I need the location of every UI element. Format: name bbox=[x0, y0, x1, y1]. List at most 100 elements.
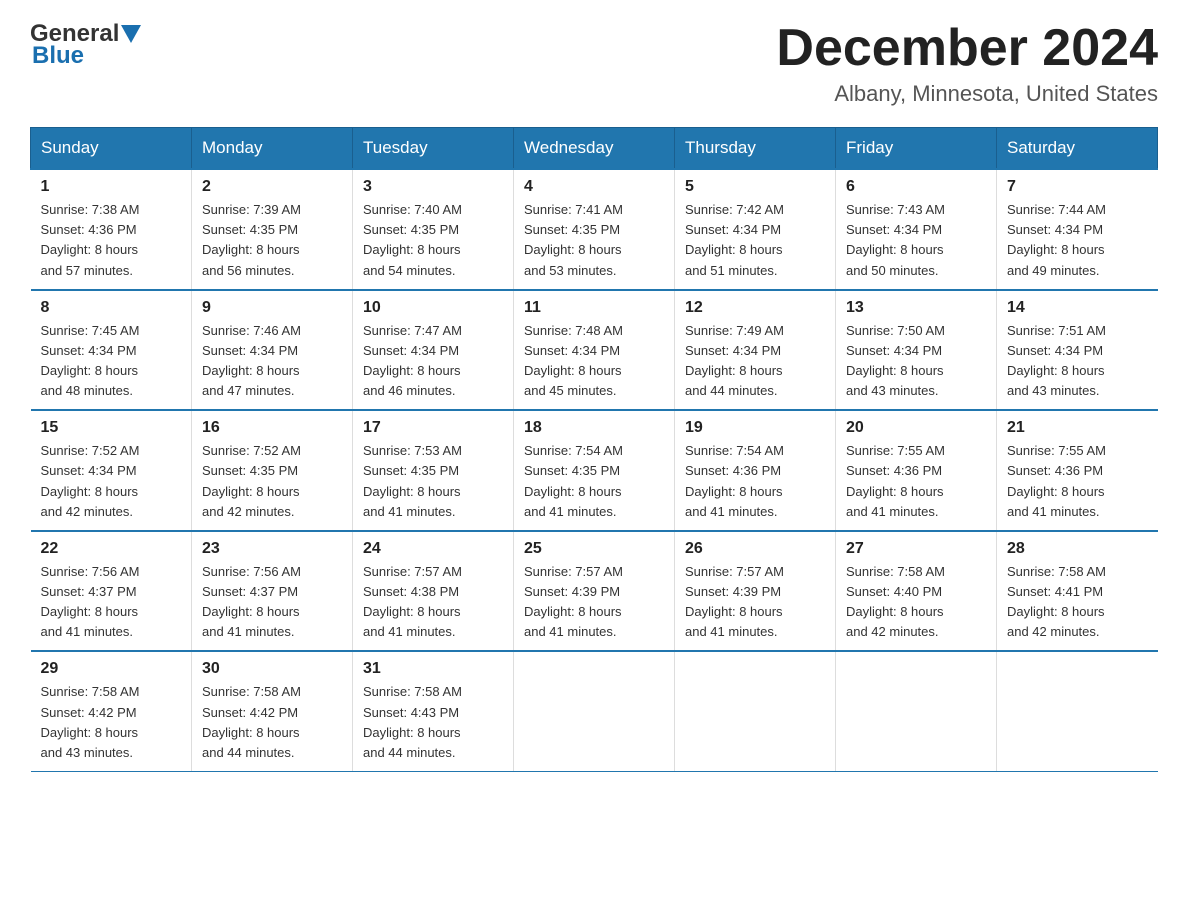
title-section: December 2024 Albany, Minnesota, United … bbox=[776, 20, 1158, 107]
calendar-day-cell: 30Sunrise: 7:58 AMSunset: 4:42 PMDayligh… bbox=[192, 651, 353, 771]
day-info: Sunrise: 7:52 AMSunset: 4:35 PMDaylight:… bbox=[202, 441, 342, 522]
calendar-day-cell: 15Sunrise: 7:52 AMSunset: 4:34 PMDayligh… bbox=[31, 410, 192, 531]
day-info: Sunrise: 7:58 AMSunset: 4:40 PMDaylight:… bbox=[846, 562, 986, 643]
calendar-day-cell: 17 Sunrise: 7:53 AMSunset: 4:35 PMDayligh… bbox=[353, 410, 514, 531]
day-info: Sunrise: 7:41 AMSunset: 4:35 PMDaylight:… bbox=[524, 200, 664, 281]
day-number: 13 bbox=[846, 299, 986, 317]
calendar-day-cell bbox=[675, 651, 836, 771]
day-number: 10 bbox=[363, 299, 503, 317]
calendar-day-cell: 29Sunrise: 7:58 AMSunset: 4:42 PMDayligh… bbox=[31, 651, 192, 771]
day-number: 16 bbox=[202, 419, 342, 437]
day-number: 20 bbox=[846, 419, 986, 437]
calendar-day-cell: 3 Sunrise: 7:40 AMSunset: 4:35 PMDaylight… bbox=[353, 169, 514, 290]
col-thursday: Thursday bbox=[675, 128, 836, 170]
day-number: 26 bbox=[685, 540, 825, 558]
day-info: Sunrise: 7:51 AMSunset: 4:34 PMDaylight:… bbox=[1007, 321, 1148, 402]
day-number: 21 bbox=[1007, 419, 1148, 437]
day-number: 24 bbox=[363, 540, 503, 558]
day-number: 8 bbox=[41, 299, 182, 317]
day-info: Sunrise: 7:40 AMSunset: 4:35 PMDaylight:… bbox=[363, 200, 503, 281]
page-header: General Blue December 2024 Albany, Minne… bbox=[30, 20, 1158, 107]
day-number: 14 bbox=[1007, 299, 1148, 317]
day-number: 7 bbox=[1007, 178, 1148, 196]
day-info: Sunrise: 7:58 AMSunset: 4:42 PMDaylight:… bbox=[202, 682, 342, 763]
calendar-day-cell: 24 Sunrise: 7:57 AMSunset: 4:38 PMDayligh… bbox=[353, 531, 514, 652]
calendar-day-cell: 22 Sunrise: 7:56 AMSunset: 4:37 PMDayligh… bbox=[31, 531, 192, 652]
day-info: Sunrise: 7:45 AMSunset: 4:34 PMDaylight:… bbox=[41, 321, 182, 402]
calendar-day-cell: 16 Sunrise: 7:52 AMSunset: 4:35 PMDayligh… bbox=[192, 410, 353, 531]
calendar-week-row: 29Sunrise: 7:58 AMSunset: 4:42 PMDayligh… bbox=[31, 651, 1158, 771]
day-info: Sunrise: 7:58 AMSunset: 4:41 PMDaylight:… bbox=[1007, 562, 1148, 643]
day-info: Sunrise: 7:57 AMSunset: 4:38 PMDaylight:… bbox=[363, 562, 503, 643]
day-info: Sunrise: 7:52 AMSunset: 4:34 PMDaylight:… bbox=[41, 441, 182, 522]
calendar-day-cell: 14 Sunrise: 7:51 AMSunset: 4:34 PMDayligh… bbox=[997, 290, 1158, 411]
day-info: Sunrise: 7:54 AMSunset: 4:36 PMDaylight:… bbox=[685, 441, 825, 522]
day-info: Sunrise: 7:57 AMSunset: 4:39 PMDaylight:… bbox=[685, 562, 825, 643]
location-subtitle: Albany, Minnesota, United States bbox=[776, 81, 1158, 107]
day-number: 4 bbox=[524, 178, 664, 196]
calendar-day-cell: 19Sunrise: 7:54 AMSunset: 4:36 PMDayligh… bbox=[675, 410, 836, 531]
day-number: 23 bbox=[202, 540, 342, 558]
calendar-day-cell: 2 Sunrise: 7:39 AMSunset: 4:35 PMDaylight… bbox=[192, 169, 353, 290]
day-info: Sunrise: 7:42 AMSunset: 4:34 PMDaylight:… bbox=[685, 200, 825, 281]
calendar-day-cell: 1 Sunrise: 7:38 AMSunset: 4:36 PMDaylight… bbox=[31, 169, 192, 290]
day-info: Sunrise: 7:50 AMSunset: 4:34 PMDaylight:… bbox=[846, 321, 986, 402]
calendar-day-cell bbox=[997, 651, 1158, 771]
day-info: Sunrise: 7:53 AMSunset: 4:35 PMDaylight:… bbox=[363, 441, 503, 522]
day-number: 9 bbox=[202, 299, 342, 317]
day-number: 5 bbox=[685, 178, 825, 196]
day-number: 31 bbox=[363, 660, 503, 678]
day-info: Sunrise: 7:39 AMSunset: 4:35 PMDaylight:… bbox=[202, 200, 342, 281]
calendar-day-cell bbox=[514, 651, 675, 771]
calendar-day-cell: 27 Sunrise: 7:58 AMSunset: 4:40 PMDayligh… bbox=[836, 531, 997, 652]
day-info: Sunrise: 7:43 AMSunset: 4:34 PMDaylight:… bbox=[846, 200, 986, 281]
calendar-day-cell: 25Sunrise: 7:57 AMSunset: 4:39 PMDayligh… bbox=[514, 531, 675, 652]
calendar-day-cell: 31 Sunrise: 7:58 AMSunset: 4:43 PMDayligh… bbox=[353, 651, 514, 771]
calendar-day-cell: 4 Sunrise: 7:41 AMSunset: 4:35 PMDaylight… bbox=[514, 169, 675, 290]
col-monday: Monday bbox=[192, 128, 353, 170]
day-info: Sunrise: 7:46 AMSunset: 4:34 PMDaylight:… bbox=[202, 321, 342, 402]
logo-triangle-icon bbox=[121, 25, 141, 45]
col-wednesday: Wednesday bbox=[514, 128, 675, 170]
calendar-week-row: 22 Sunrise: 7:56 AMSunset: 4:37 PMDayligh… bbox=[31, 531, 1158, 652]
calendar-day-cell: 26 Sunrise: 7:57 AMSunset: 4:39 PMDayligh… bbox=[675, 531, 836, 652]
calendar-day-cell: 28 Sunrise: 7:58 AMSunset: 4:41 PMDayligh… bbox=[997, 531, 1158, 652]
day-number: 27 bbox=[846, 540, 986, 558]
day-number: 2 bbox=[202, 178, 342, 196]
calendar-day-cell: 7 Sunrise: 7:44 AMSunset: 4:34 PMDaylight… bbox=[997, 169, 1158, 290]
day-info: Sunrise: 7:56 AMSunset: 4:37 PMDaylight:… bbox=[41, 562, 182, 643]
day-info: Sunrise: 7:48 AMSunset: 4:34 PMDaylight:… bbox=[524, 321, 664, 402]
day-number: 28 bbox=[1007, 540, 1148, 558]
day-info: Sunrise: 7:49 AMSunset: 4:34 PMDaylight:… bbox=[685, 321, 825, 402]
calendar-day-cell bbox=[836, 651, 997, 771]
day-info: Sunrise: 7:58 AMSunset: 4:43 PMDaylight:… bbox=[363, 682, 503, 763]
day-info: Sunrise: 7:55 AMSunset: 4:36 PMDaylight:… bbox=[846, 441, 986, 522]
calendar-day-cell: 13 Sunrise: 7:50 AMSunset: 4:34 PMDayligh… bbox=[836, 290, 997, 411]
col-friday: Friday bbox=[836, 128, 997, 170]
day-info: Sunrise: 7:56 AMSunset: 4:37 PMDaylight:… bbox=[202, 562, 342, 643]
day-number: 12 bbox=[685, 299, 825, 317]
calendar-day-cell: 23 Sunrise: 7:56 AMSunset: 4:37 PMDayligh… bbox=[192, 531, 353, 652]
day-info: Sunrise: 7:44 AMSunset: 4:34 PMDaylight:… bbox=[1007, 200, 1148, 281]
day-info: Sunrise: 7:38 AMSunset: 4:36 PMDaylight:… bbox=[41, 200, 182, 281]
day-number: 18 bbox=[524, 419, 664, 437]
day-info: Sunrise: 7:47 AMSunset: 4:34 PMDaylight:… bbox=[363, 321, 503, 402]
calendar-week-row: 8 Sunrise: 7:45 AMSunset: 4:34 PMDaylight… bbox=[31, 290, 1158, 411]
calendar-day-cell: 21 Sunrise: 7:55 AMSunset: 4:36 PMDayligh… bbox=[997, 410, 1158, 531]
col-saturday: Saturday bbox=[997, 128, 1158, 170]
day-info: Sunrise: 7:58 AMSunset: 4:42 PMDaylight:… bbox=[41, 682, 182, 763]
day-number: 1 bbox=[41, 178, 182, 196]
logo: General Blue bbox=[30, 20, 141, 70]
calendar-week-row: 15Sunrise: 7:52 AMSunset: 4:34 PMDayligh… bbox=[31, 410, 1158, 531]
calendar-day-cell: 11Sunrise: 7:48 AMSunset: 4:34 PMDayligh… bbox=[514, 290, 675, 411]
calendar-day-cell: 6Sunrise: 7:43 AMSunset: 4:34 PMDaylight… bbox=[836, 169, 997, 290]
day-info: Sunrise: 7:54 AMSunset: 4:35 PMDaylight:… bbox=[524, 441, 664, 522]
calendar-header-row: Sunday Monday Tuesday Wednesday Thursday… bbox=[31, 128, 1158, 170]
day-number: 17 bbox=[363, 419, 503, 437]
month-title: December 2024 bbox=[776, 20, 1158, 77]
day-number: 3 bbox=[363, 178, 503, 196]
day-number: 22 bbox=[41, 540, 182, 558]
calendar-day-cell: 8 Sunrise: 7:45 AMSunset: 4:34 PMDaylight… bbox=[31, 290, 192, 411]
calendar-day-cell: 5 Sunrise: 7:42 AMSunset: 4:34 PMDaylight… bbox=[675, 169, 836, 290]
day-info: Sunrise: 7:55 AMSunset: 4:36 PMDaylight:… bbox=[1007, 441, 1148, 522]
